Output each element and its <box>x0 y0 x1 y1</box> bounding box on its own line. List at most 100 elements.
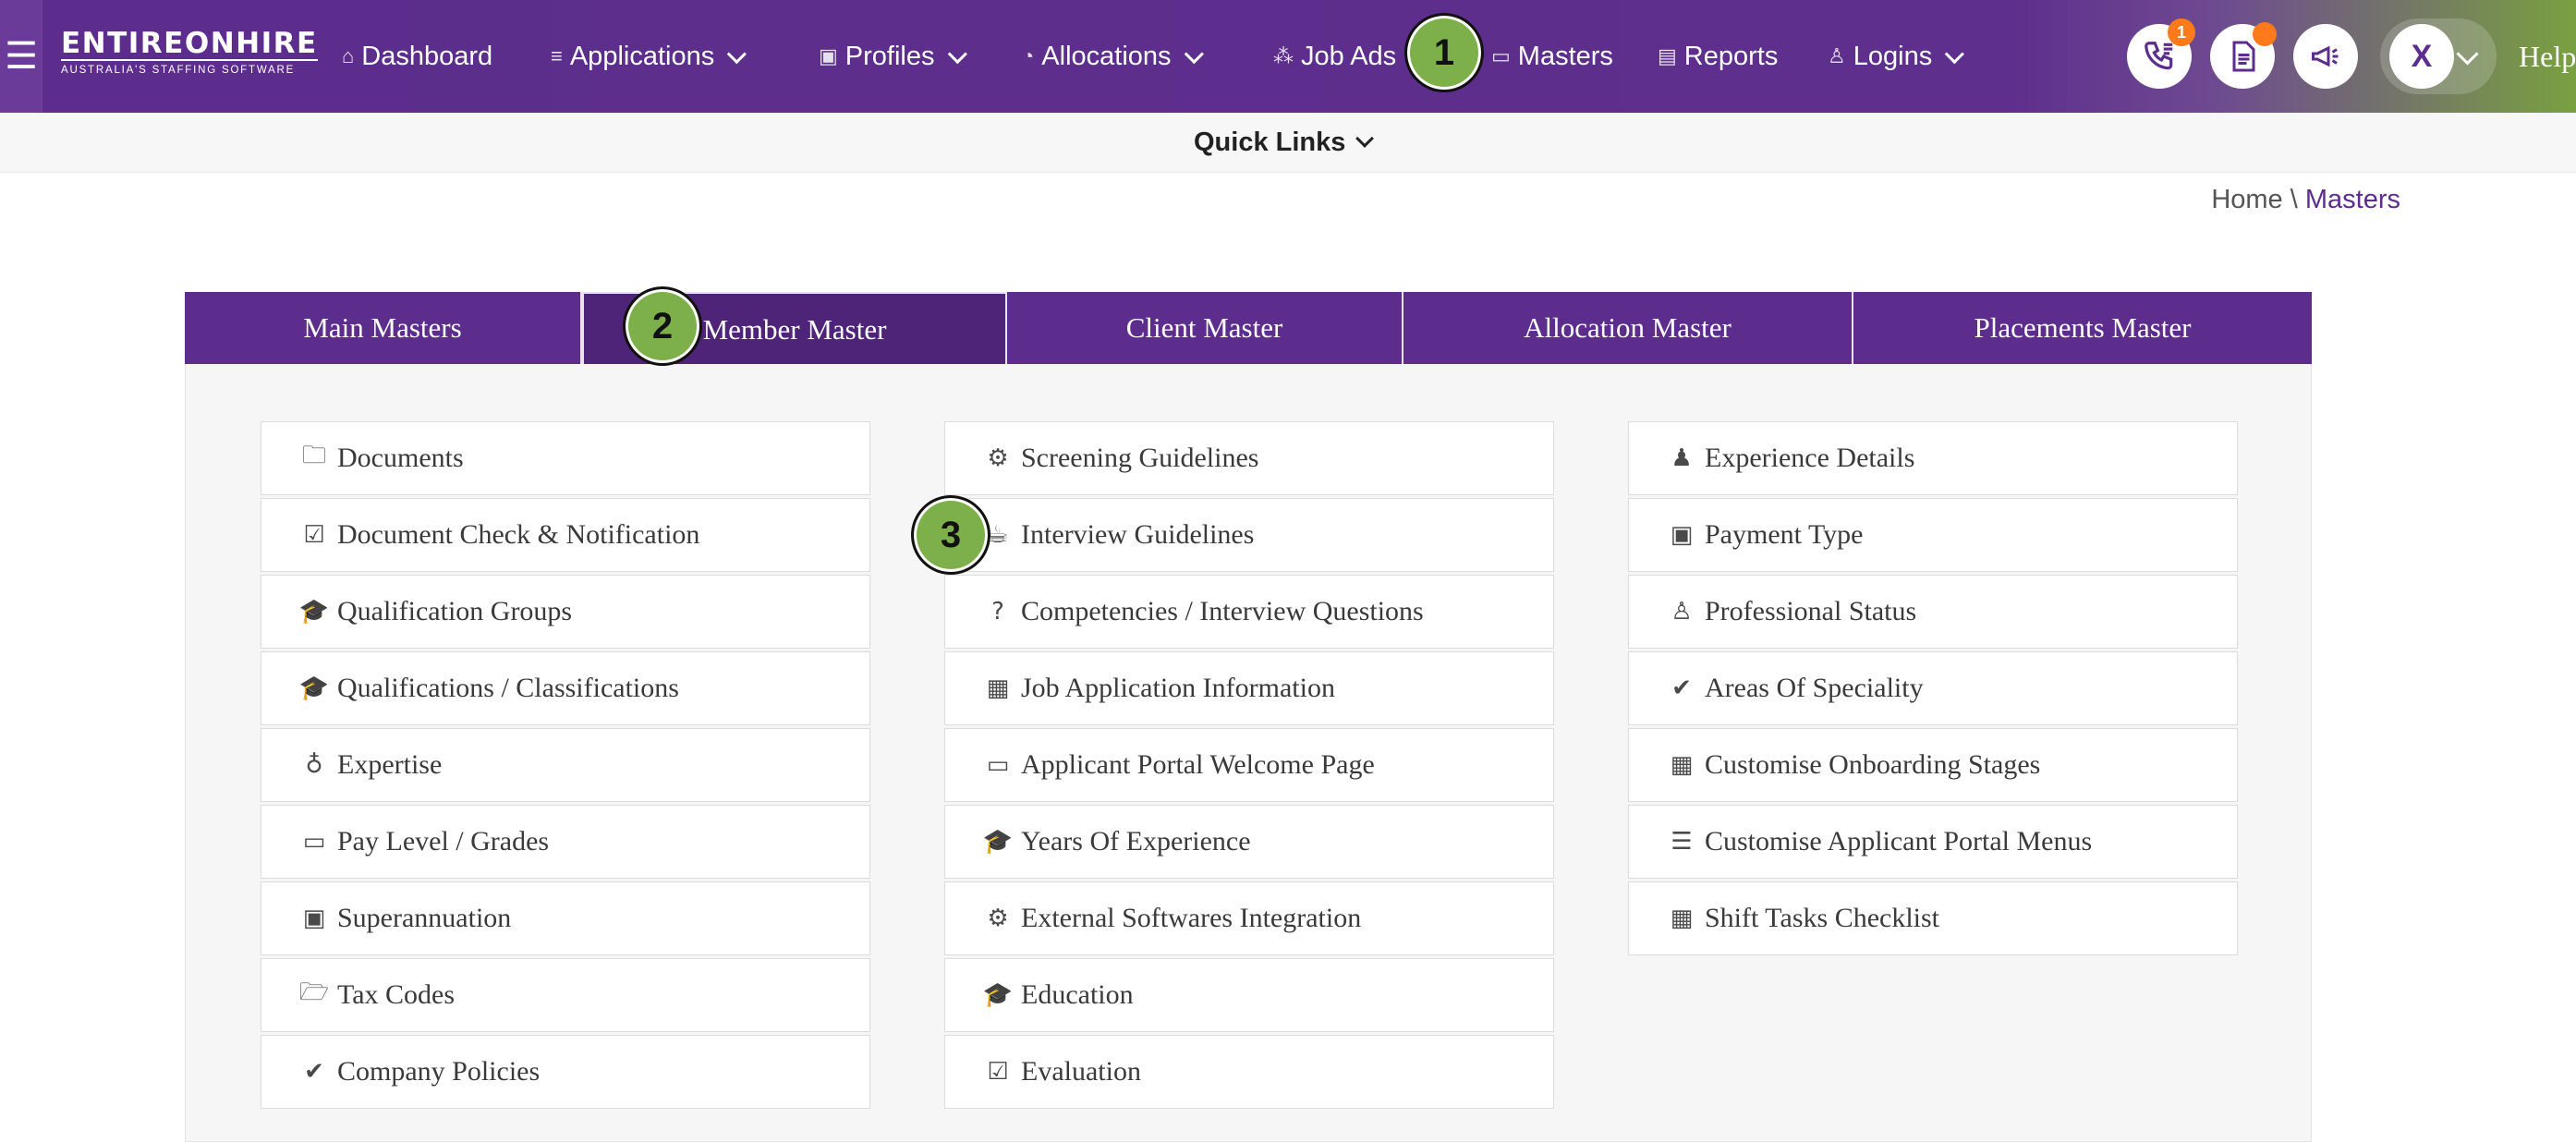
check-icon: ✔ <box>1671 674 1692 702</box>
tab-allocation-master[interactable]: Allocation Master <box>1403 292 1853 364</box>
call-log-button[interactable]: 1 <box>2127 18 2195 89</box>
logo-tagline: AUSTRALIA'S STAFFING SOFTWARE <box>61 59 318 78</box>
nav-reports[interactable]: ▤ Reports <box>1658 0 1778 113</box>
item-label: Company Policies <box>337 1056 541 1087</box>
top-navbar: ☰ ENTIREONHIRE AUSTRALIA'S STAFFING SOFT… <box>0 0 2576 113</box>
item-label: Expertise <box>337 749 443 780</box>
network-icon: ⁂ <box>1273 44 1294 67</box>
home-icon: ⌂ <box>342 44 355 67</box>
lightbulb-icon: ♁ <box>305 751 323 779</box>
nav-masters[interactable]: ▭ Masters <box>1491 0 1613 113</box>
master-link-tax-codes[interactable]: 🗁 Tax Codes <box>261 958 870 1032</box>
master-link-qualification-groups[interactable]: 🎓 Qualification Groups <box>261 575 870 649</box>
menu-icon[interactable]: ☰ <box>0 0 43 113</box>
chevron-down-icon <box>1355 129 1375 148</box>
nav-applications[interactable]: ≡ Applications <box>551 0 747 113</box>
master-link-pay-level[interactable]: ▭ Pay Level / Grades <box>261 805 870 879</box>
master-link-documents[interactable]: 🗀 Documents <box>261 421 870 495</box>
master-link-document-check[interactable]: ☑ Document Check & Notification <box>261 498 870 572</box>
item-label: Screening Guidelines <box>1021 443 1259 473</box>
master-link-screening-guidelines[interactable]: ⚙ Screening Guidelines <box>944 421 1554 495</box>
step-marker-1: 1 <box>1404 13 1484 92</box>
master-link-company-policies[interactable]: ✔ Company Policies <box>261 1035 870 1109</box>
left-column: 🗀 Documents ☑ Document Check & Notificatio… <box>261 421 870 1112</box>
brand-logo[interactable]: ENTIREONHIRE AUSTRALIA'S STAFFING SOFTWA… <box>61 28 318 78</box>
nav-applications-label: Applications <box>569 41 715 71</box>
master-link-areas-of-speciality[interactable]: ✔ Areas Of Speciality <box>1628 651 2238 725</box>
master-link-applicant-portal-welcome[interactable]: ▭ Applicant Portal Welcome Page <box>944 728 1554 802</box>
item-label: Qualification Groups <box>337 596 573 626</box>
announcements-button[interactable] <box>2293 24 2358 89</box>
quick-links-toggle[interactable]: Quick Links <box>1194 113 1375 172</box>
breadcrumb: Home \ Masters <box>2211 185 2400 215</box>
quick-links-bar: Quick Links <box>0 113 2576 173</box>
nav-allocations-label: Allocations <box>1041 41 1172 71</box>
master-link-expertise[interactable]: ♁ Expertise <box>261 728 870 802</box>
nav-logins[interactable]: ♙ Logins <box>1828 0 1965 113</box>
master-link-competencies[interactable]: ? Competencies / Interview Questions <box>944 575 1554 649</box>
nav-job-ads-label: Job Ads <box>1301 41 1397 71</box>
list-icon: ≡ <box>551 44 563 67</box>
phone-list-icon <box>2145 42 2173 70</box>
item-label: Years Of Experience <box>1021 826 1251 856</box>
breadcrumb-current: Masters <box>2304 185 2400 214</box>
nav-job-ads[interactable]: ⁂ Job Ads <box>1273 0 1396 113</box>
master-link-evaluation[interactable]: ☑ Evaluation <box>944 1035 1554 1109</box>
nav-profiles[interactable]: ▣ Profiles <box>819 0 967 113</box>
chevron-down-icon <box>1944 43 1965 64</box>
master-link-external-softwares[interactable]: ⚙ External Softwares Integration <box>944 881 1554 955</box>
master-link-interview-guidelines[interactable]: ☕ Interview Guidelines <box>944 498 1554 572</box>
step-marker-2: 2 <box>623 286 702 366</box>
tab-client-master[interactable]: Client Master <box>1007 292 1403 364</box>
help-link[interactable]: Help <box>2519 0 2576 113</box>
nav-dashboard[interactable]: ⌂ Dashboard <box>342 0 492 113</box>
item-label: Professional Status <box>1705 596 1917 626</box>
master-link-professional-status[interactable]: ♙ Professional Status <box>1628 575 2238 649</box>
document-icon <box>2232 41 2255 72</box>
briefcase-icon: ▦ <box>1670 751 1694 779</box>
item-label: Document Check & Notification <box>337 519 700 550</box>
item-label: Interview Guidelines <box>1021 519 1255 550</box>
nav-profiles-label: Profiles <box>844 41 935 71</box>
item-label: Experience Details <box>1705 443 1915 473</box>
tab-placements-master[interactable]: Placements Master <box>1853 292 2312 364</box>
folder-icon: ▭ <box>1491 44 1511 67</box>
master-link-education[interactable]: 🎓 Education <box>944 958 1554 1032</box>
user-outline-icon: ♙ <box>1671 598 1693 626</box>
item-label: Evaluation <box>1021 1056 1141 1087</box>
breadcrumb-separator: \ <box>2282 185 2305 214</box>
folder-icon: 🗀 <box>301 442 326 469</box>
money-icon: ▣ <box>1670 521 1694 549</box>
nav-allocations[interactable]: ◔ Allocations <box>1022 0 1204 113</box>
check-circle-icon: ✔ <box>304 1058 324 1086</box>
breadcrumb-home[interactable]: Home <box>2211 185 2282 214</box>
item-label: Documents <box>337 443 464 473</box>
logo-wordmark: ENTIREONHIRE <box>61 27 318 60</box>
master-link-experience-details[interactable]: ♟ Experience Details <box>1628 421 2238 495</box>
item-label: Customise Onboarding Stages <box>1705 749 2041 780</box>
item-label: Job Application Information <box>1021 673 1335 703</box>
master-link-job-application-info[interactable]: ▦ Job Application Information <box>944 651 1554 725</box>
item-label: Superannuation <box>337 903 512 933</box>
user-icon: ♟ <box>1671 444 1693 472</box>
master-link-payment-type[interactable]: ▣ Payment Type <box>1628 498 2238 572</box>
credit-card-icon: ▭ <box>302 828 326 856</box>
chevron-down-icon <box>947 43 967 64</box>
documents-button[interactable] <box>2210 22 2277 89</box>
master-link-onboarding-stages[interactable]: ▦ Customise Onboarding Stages <box>1628 728 2238 802</box>
graduation-cap-icon: 🎓 <box>298 598 330 626</box>
master-link-shift-tasks-checklist[interactable]: ▦ Shift Tasks Checklist <box>1628 881 2238 955</box>
tab-main-masters[interactable]: Main Masters <box>185 292 582 364</box>
item-label: Areas Of Speciality <box>1705 673 1924 703</box>
master-link-qualifications[interactable]: 🎓 Qualifications / Classifications <box>261 651 870 725</box>
report-icon: ▤ <box>1658 44 1677 67</box>
item-label: Competencies / Interview Questions <box>1021 596 1424 626</box>
avatar[interactable]: X <box>2389 24 2454 89</box>
graduation-cap-icon: 🎓 <box>982 981 1014 1009</box>
chevron-down-icon <box>1184 43 1204 64</box>
user-icon: ♙ <box>1828 44 1846 67</box>
master-link-superannuation[interactable]: ▣ Superannuation <box>261 881 870 955</box>
master-link-years-of-experience[interactable]: 🎓 Years Of Experience <box>944 805 1554 879</box>
master-link-applicant-portal-menus[interactable]: ☰ Customise Applicant Portal Menus <box>1628 805 2238 879</box>
nav-dashboard-label: Dashboard <box>361 41 493 71</box>
